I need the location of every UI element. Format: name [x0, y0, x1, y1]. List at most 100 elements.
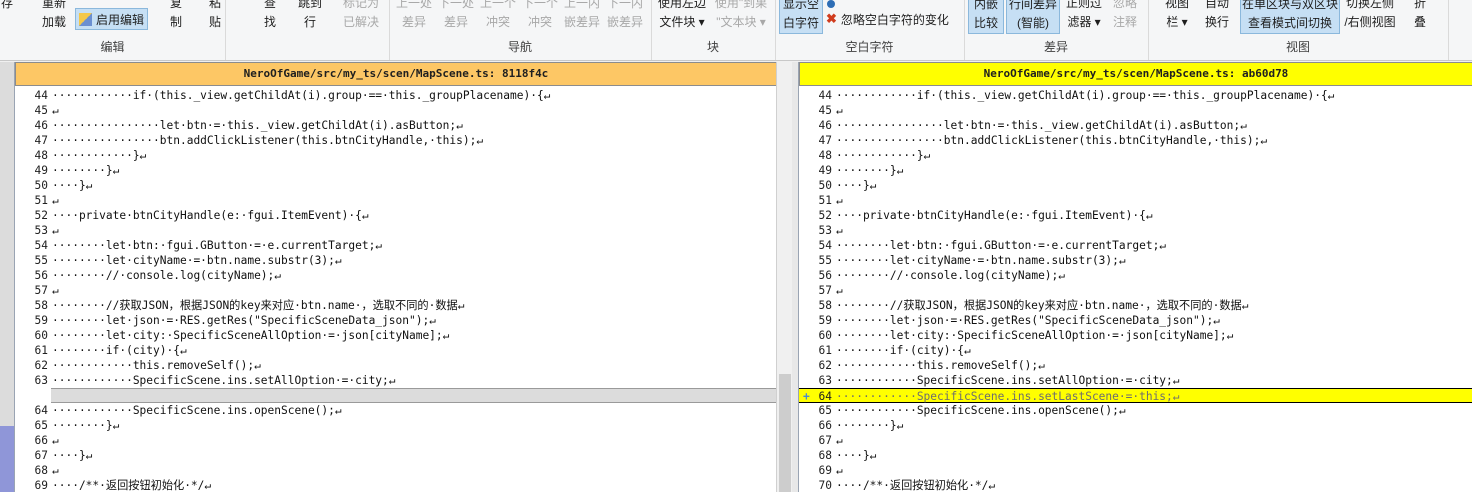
line-code: ········//获取JSON，根据JSON的key来对应·btn.name·… [836, 299, 1249, 312]
use-text-block-button[interactable]: 使用"到果 "文本块 ▾ [711, 0, 771, 32]
code-line[interactable]: 59 ········let·json·=·RES.getRes("Specifi… [799, 313, 1472, 328]
code-line[interactable]: 45 ↵ [15, 103, 777, 118]
code-line[interactable]: 58 ········//获取JSON，根据JSON的key来对应·btn.nam… [799, 298, 1472, 313]
code-line[interactable]: 61 ········if·(city)·{↵ [799, 343, 1472, 358]
code-line[interactable]: 67 ↵ [799, 433, 1472, 448]
code-line[interactable]: 69 ····/**·返回按钮初始化·*/↵ [15, 478, 777, 492]
code-line[interactable]: 50 ····}↵ [799, 178, 1472, 193]
mark-resolved-button[interactable]: 标记为 已解决 [341, 0, 381, 32]
auto-wrap-button[interactable]: 自动 换行 [1202, 0, 1232, 32]
code-line[interactable]: 64 ············SpecificScene.ins.openScen… [15, 403, 777, 418]
changed-code-line[interactable]: +64 ············SpecificScene.ins.setLast… [799, 388, 1472, 403]
regex-filter-button[interactable]: 正则过 滤器 ▾ [1062, 0, 1106, 32]
code-line[interactable]: 47 ················btn.addClickListener(t… [15, 133, 777, 148]
find-button[interactable]: 查 找 [260, 0, 280, 32]
code-line[interactable]: 55 ········let·cityName·=·btn.name.substr… [799, 253, 1472, 268]
code-line[interactable]: 60 ········let·city:·SpecificSceneAllOpti… [15, 328, 777, 343]
code-line[interactable]: 65 ············SpecificScene.ins.openScen… [799, 403, 1472, 418]
fold-button[interactable]: 折 叠 [1410, 0, 1430, 32]
view-bar-button[interactable]: 视图 栏 ▾ [1160, 0, 1194, 32]
code-line[interactable]: 57 ↵ [15, 283, 777, 298]
line-number: 57 [34, 284, 48, 297]
right-diff-pane[interactable]: NeroOfGame/src/my_ts/scen/MapScene.ts: a… [798, 62, 1472, 492]
code-line[interactable]: 53 ↵ [15, 223, 777, 238]
line-number: 62 [818, 359, 832, 372]
next-conflict-button[interactable]: 下一个 冲突 [521, 0, 559, 32]
line-number: 61 [34, 344, 48, 357]
prev-conflict-button[interactable]: 上一个 冲突 [479, 0, 517, 32]
code-line[interactable]: 68 ····}↵ [799, 448, 1472, 463]
code-line[interactable]: 44 ············if·(this._view.getChildAt(… [799, 88, 1472, 103]
code-line[interactable]: 55 ········let·cityName·=·btn.name.substr… [15, 253, 777, 268]
line-number: 55 [34, 254, 48, 267]
code-line[interactable]: 66 ↵ [15, 433, 777, 448]
code-line[interactable]: 45 ↵ [799, 103, 1472, 118]
code-line[interactable]: 59 ········let·json·=·RES.getRes("Specifi… [15, 313, 777, 328]
enable-edit-button[interactable]: 启用编辑 [75, 8, 149, 30]
code-line[interactable]: 66 ········}↵ [799, 418, 1472, 433]
ribbon-save-button[interactable]: 存 [0, 0, 14, 13]
code-line[interactable]: 62 ············this.removeSelf();↵ [799, 358, 1472, 373]
code-line[interactable]: 65 ········}↵ [15, 418, 777, 433]
show-whitespace-button[interactable]: 显示空 白字符 [779, 0, 823, 34]
code-line[interactable]: 63 ············SpecificScene.ins.setAllOp… [799, 373, 1472, 388]
line-code: ············this.removeSelf();↵ [836, 359, 1045, 372]
code-line[interactable]: 44 ············if·(this._view.getChildAt(… [15, 88, 777, 103]
line-diff-button[interactable]: 行间差异 (智能) [1006, 0, 1060, 34]
ignore-comments-button[interactable]: 忽略 注释 [1110, 0, 1140, 32]
copy-button[interactable]: 复 制 [166, 0, 186, 32]
ignore-whitespace-change-button[interactable]: ✖ 忽略空白字符的变化 [823, 9, 952, 29]
reload-button[interactable]: 重新 加载 [38, 0, 70, 32]
prev-diff-button[interactable]: 上一处 差异 [395, 0, 433, 32]
code-line[interactable]: 46 ················let·btn·=·this._view.g… [799, 118, 1472, 133]
code-line[interactable]: 50 ····}↵ [15, 178, 777, 193]
code-line[interactable]: 61 ········if·(city)·{↵ [15, 343, 777, 358]
line-number: 63 [818, 374, 832, 387]
ribbon-group-block: 使用左边 文件块 ▾ 使用"到果 "文本块 ▾ 块 [651, 0, 776, 60]
line-code: ····}↵ [836, 449, 877, 462]
vertical-scrollbar[interactable] [776, 62, 793, 492]
code-line[interactable]: 62 ············this.removeSelf();↵ [15, 358, 777, 373]
toggle-left-right-view-button[interactable]: 切换左侧 /右侧视图 [1342, 0, 1398, 32]
code-line[interactable]: 53 ↵ [799, 223, 1472, 238]
next-inline-diff-button[interactable]: 下一内 嵌差异 [605, 0, 645, 32]
line-number: 57 [818, 284, 832, 297]
line-number: 59 [818, 314, 832, 327]
code-line[interactable]: 54 ········let·btn:·fgui.GButton·=·e.curr… [799, 238, 1472, 253]
code-line[interactable]: 70 ····/**·返回按钮初始化·*/↵ [799, 478, 1472, 492]
left-diff-pane[interactable]: NeroOfGame/src/my_ts/scen/MapScene.ts: 8… [14, 62, 777, 492]
code-line[interactable]: 47 ················btn.addClickListener(t… [799, 133, 1472, 148]
code-line[interactable]: 52 ····private·btnCityHandle(e:·fgui.Item… [15, 208, 777, 223]
next-diff-button[interactable]: 下一处 差异 [437, 0, 475, 32]
code-line[interactable]: 51 ↵ [799, 193, 1472, 208]
scrollbar-thumb[interactable] [779, 374, 791, 492]
line-number: 61 [818, 344, 832, 357]
code-line[interactable]: 49 ········}↵ [15, 163, 777, 178]
paste-button[interactable]: 粘 贴 [205, 0, 225, 32]
code-line[interactable]: 56 ········//·console.log(cityName);↵ [799, 268, 1472, 283]
toggle-single-double-view-button[interactable]: 在单区块与双区块 查看模式间切换 [1240, 0, 1340, 34]
code-line[interactable]: 69 ↵ [799, 463, 1472, 478]
line-number: 48 [34, 149, 48, 162]
goto-line-button[interactable]: 跳到 行 [297, 0, 323, 32]
code-line[interactable]: 60 ········let·city:·SpecificSceneAllOpti… [799, 328, 1472, 343]
line-code: ········let·btn:·fgui.GButton·=·e.curren… [52, 239, 383, 252]
code-line[interactable]: 52 ····private·btnCityHandle(e:·fgui.Item… [799, 208, 1472, 223]
code-line[interactable]: 46 ················let·btn·=·this._view.g… [15, 118, 777, 133]
code-line[interactable]: 67 ····}↵ [15, 448, 777, 463]
code-line[interactable]: 48 ············}↵ [799, 148, 1472, 163]
prev-inline-diff-button[interactable]: 上一内 嵌差异 [563, 0, 601, 32]
code-line[interactable]: 51 ↵ [15, 193, 777, 208]
code-line[interactable]: 48 ············}↵ [15, 148, 777, 163]
code-line[interactable]: 63 ············SpecificScene.ins.setAllOp… [15, 373, 777, 388]
code-line[interactable]: 68 ↵ [15, 463, 777, 478]
use-left-block-button[interactable]: 使用左边 文件块 ▾ [657, 0, 707, 32]
inline-compare-button[interactable]: 内嵌 比较 [968, 0, 1004, 34]
line-code: ····/**·返回按钮初始化·*/↵ [836, 479, 996, 492]
code-line[interactable]: 54 ········let·btn:·fgui.GButton·=·e.curr… [15, 238, 777, 253]
code-line[interactable]: 58 ········//获取JSON，根据JSON的key来对应·btn.nam… [15, 298, 777, 313]
line-code: ↵ [836, 434, 843, 447]
code-line[interactable]: 57 ↵ [799, 283, 1472, 298]
code-line[interactable]: 49 ········}↵ [799, 163, 1472, 178]
code-line[interactable]: 56 ········//·console.log(cityName);↵ [15, 268, 777, 283]
